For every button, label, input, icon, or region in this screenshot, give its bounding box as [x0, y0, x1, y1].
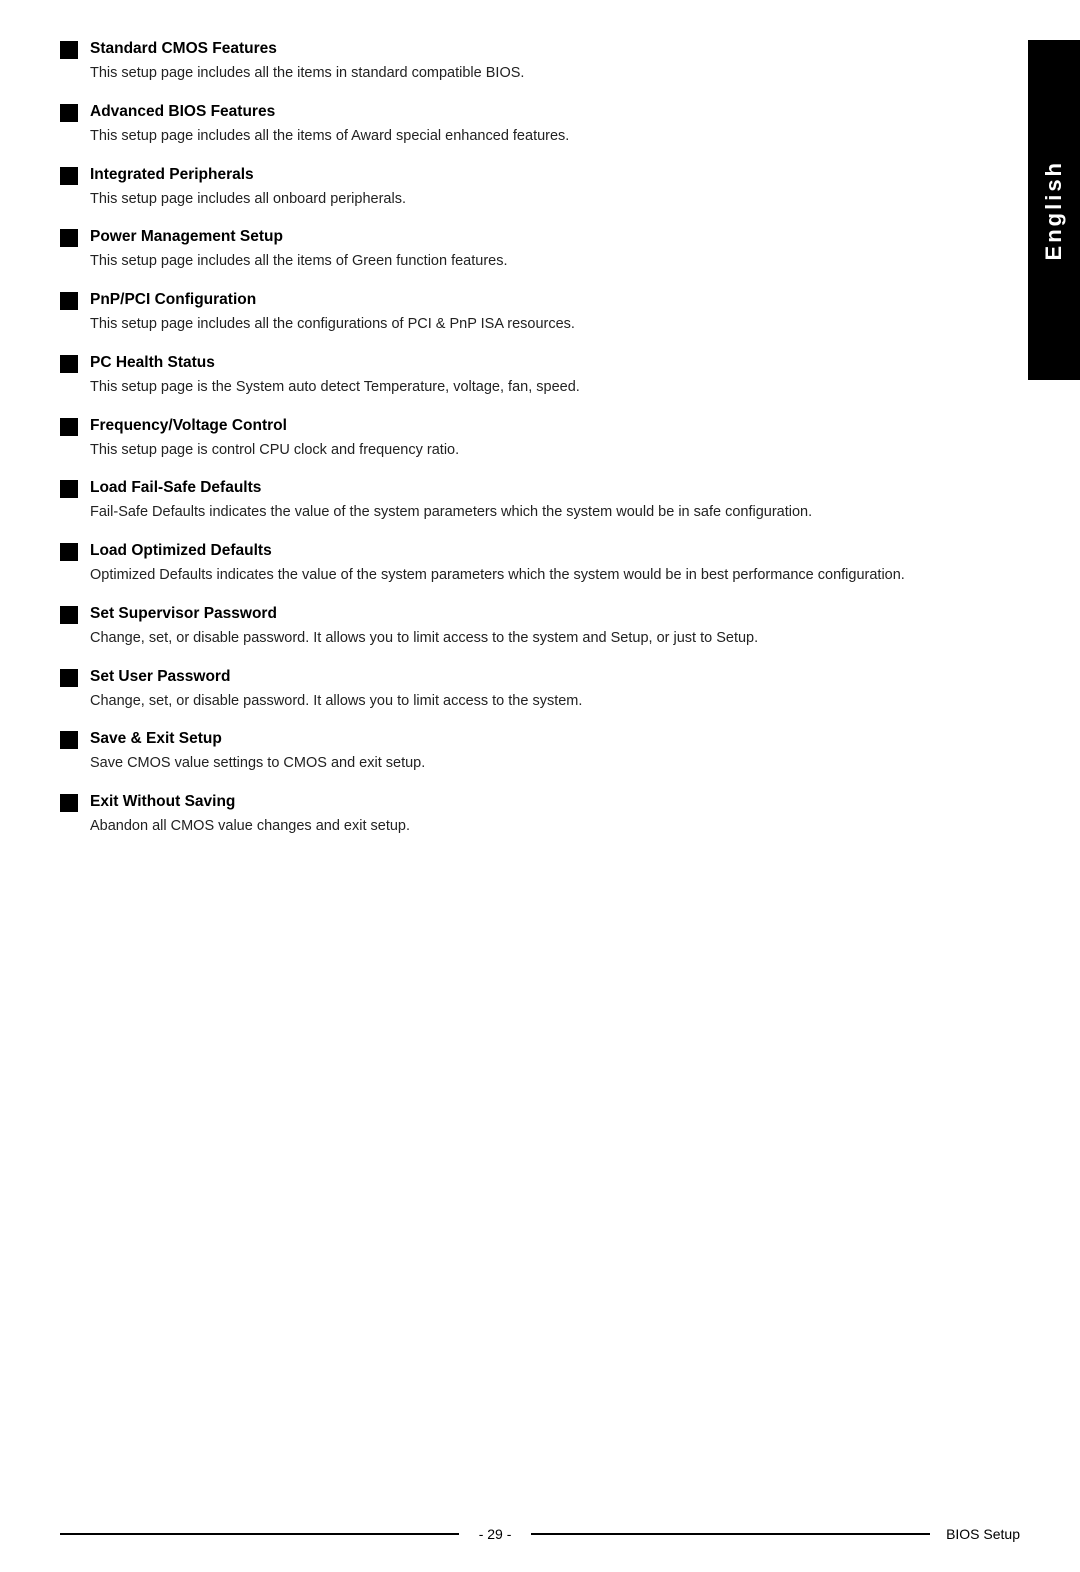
menu-item-desc-standard-cmos: This setup page includes all the items i… [90, 63, 940, 85]
bullet-icon-pc-health [60, 355, 78, 373]
menu-item-title-power-management: Power Management Setup [90, 228, 283, 246]
menu-item-header-power-management: Power Management Setup [60, 228, 940, 247]
menu-item-header-pc-health: PC Health Status [60, 354, 940, 373]
menu-item-standard-cmos: Standard CMOS Features This setup page i… [60, 40, 940, 85]
menu-item-freq-voltage: Frequency/Voltage Control This setup pag… [60, 417, 940, 462]
bullet-icon-save-exit [60, 731, 78, 749]
menu-item-exit-without-saving: Exit Without Saving Abandon all CMOS val… [60, 793, 940, 838]
menu-item-desc-power-management: This setup page includes all the items o… [90, 251, 940, 273]
menu-item-save-exit: Save & Exit Setup Save CMOS value settin… [60, 730, 940, 775]
menu-item-desc-freq-voltage: This setup page is control CPU clock and… [90, 440, 940, 462]
bullet-icon-advanced-bios [60, 104, 78, 122]
menu-item-header-advanced-bios: Advanced BIOS Features [60, 103, 940, 122]
bullet-icon-freq-voltage [60, 418, 78, 436]
menu-item-header-load-failsafe: Load Fail-Safe Defaults [60, 479, 940, 498]
menu-item-power-management: Power Management Setup This setup page i… [60, 228, 940, 273]
menu-item-desc-advanced-bios: This setup page includes all the items o… [90, 126, 940, 148]
footer-line-left [60, 1533, 459, 1535]
menu-item-header-freq-voltage: Frequency/Voltage Control [60, 417, 940, 436]
side-tab: English [1028, 40, 1080, 380]
menu-item-title-set-user: Set User Password [90, 668, 230, 686]
menu-item-integrated-peripherals: Integrated Peripherals This setup page i… [60, 166, 940, 211]
menu-item-pc-health: PC Health Status This setup page is the … [60, 354, 940, 399]
menu-item-header-integrated-peripherals: Integrated Peripherals [60, 166, 940, 185]
menu-item-title-exit-without-saving: Exit Without Saving [90, 793, 235, 811]
menu-item-desc-exit-without-saving: Abandon all CMOS value changes and exit … [90, 816, 940, 838]
bullet-icon-integrated-peripherals [60, 167, 78, 185]
menu-item-header-save-exit: Save & Exit Setup [60, 730, 940, 749]
menu-item-desc-load-failsafe: Fail-Safe Defaults indicates the value o… [90, 502, 940, 524]
menu-item-desc-load-optimized: Optimized Defaults indicates the value o… [90, 565, 940, 587]
menu-item-load-failsafe: Load Fail-Safe Defaults Fail-Safe Defaul… [60, 479, 940, 524]
menu-item-title-save-exit: Save & Exit Setup [90, 730, 222, 748]
menu-item-load-optimized: Load Optimized Defaults Optimized Defaul… [60, 542, 940, 587]
menu-item-pnp-pci: PnP/PCI Configuration This setup page in… [60, 291, 940, 336]
menu-item-set-supervisor: Set Supervisor Password Change, set, or … [60, 605, 940, 650]
menu-item-desc-set-supervisor: Change, set, or disable password. It all… [90, 628, 940, 650]
menu-item-header-pnp-pci: PnP/PCI Configuration [60, 291, 940, 310]
side-tab-label: English [1041, 160, 1067, 260]
bullet-icon-set-supervisor [60, 606, 78, 624]
bullet-icon-load-optimized [60, 543, 78, 561]
menu-item-advanced-bios: Advanced BIOS Features This setup page i… [60, 103, 940, 148]
menu-item-header-set-supervisor: Set Supervisor Password [60, 605, 940, 624]
menu-item-header-set-user: Set User Password [60, 668, 940, 687]
menu-item-desc-pnp-pci: This setup page includes all the configu… [90, 314, 940, 336]
menu-item-set-user: Set User Password Change, set, or disabl… [60, 668, 940, 713]
bullet-icon-power-management [60, 229, 78, 247]
bullet-icon-load-failsafe [60, 480, 78, 498]
main-content: Standard CMOS Features This setup page i… [60, 40, 1000, 838]
menu-item-title-load-failsafe: Load Fail-Safe Defaults [90, 479, 261, 497]
bullet-icon-standard-cmos [60, 41, 78, 59]
menu-item-title-set-supervisor: Set Supervisor Password [90, 605, 277, 623]
menu-item-title-load-optimized: Load Optimized Defaults [90, 542, 272, 560]
menu-item-desc-integrated-peripherals: This setup page includes all onboard per… [90, 189, 940, 211]
menu-item-desc-pc-health: This setup page is the System auto detec… [90, 377, 940, 399]
menu-item-desc-set-user: Change, set, or disable password. It all… [90, 691, 940, 713]
menu-item-header-load-optimized: Load Optimized Defaults [60, 542, 940, 561]
menu-item-title-pc-health: PC Health Status [90, 354, 215, 372]
footer: - 29 - BIOS Setup [0, 1526, 1080, 1542]
footer-right-label: BIOS Setup [946, 1526, 1020, 1542]
menu-item-title-pnp-pci: PnP/PCI Configuration [90, 291, 256, 309]
menu-item-title-freq-voltage: Frequency/Voltage Control [90, 417, 287, 435]
bullet-icon-exit-without-saving [60, 794, 78, 812]
bullet-icon-set-user [60, 669, 78, 687]
menu-item-header-exit-without-saving: Exit Without Saving [60, 793, 940, 812]
menu-item-title-integrated-peripherals: Integrated Peripherals [90, 166, 254, 184]
footer-line-right [531, 1533, 930, 1535]
page-wrapper: English Standard CMOS Features This setu… [0, 40, 1080, 1572]
menu-item-title-advanced-bios: Advanced BIOS Features [90, 103, 275, 121]
bullet-icon-pnp-pci [60, 292, 78, 310]
footer-page-number: - 29 - [459, 1526, 532, 1542]
menu-item-header-standard-cmos: Standard CMOS Features [60, 40, 940, 59]
menu-item-title-standard-cmos: Standard CMOS Features [90, 40, 277, 58]
menu-item-desc-save-exit: Save CMOS value settings to CMOS and exi… [90, 753, 940, 775]
